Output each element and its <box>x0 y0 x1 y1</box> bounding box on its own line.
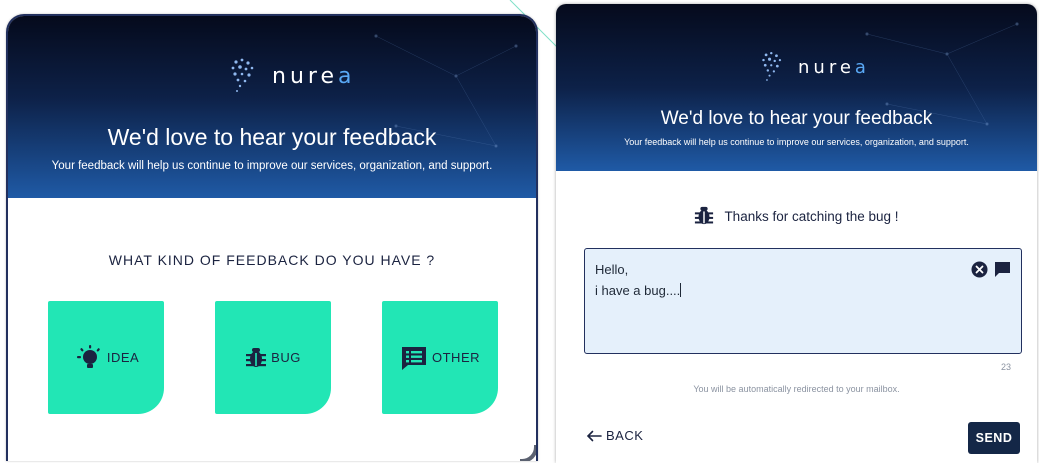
send-button[interactable]: SEND <box>968 422 1020 454</box>
feedback-question: WHAT KIND OF FEEDBACK DO YOU HAVE ? <box>108 252 436 268</box>
idea-option-button[interactable]: IDEA <box>48 301 164 414</box>
textarea-actions <box>971 261 1011 278</box>
bug-report-screen: nurea We'd love to hear your feedback Yo… <box>556 4 1037 463</box>
brain-dots-icon <box>762 51 782 81</box>
bug-option-label: BUG <box>271 350 301 365</box>
nurea-logo: nurea <box>222 54 355 98</box>
bug-icon <box>695 206 714 225</box>
idea-option-label: IDEA <box>106 350 140 365</box>
thanks-heading: Thanks for catching the bug ! <box>556 206 1037 226</box>
message-line-2: i have a bug.... <box>595 283 682 298</box>
other-option-button[interactable]: OTHER <box>382 301 498 414</box>
arrow-left-icon <box>586 430 602 441</box>
hero-title: We'd love to hear your feedback <box>107 124 437 150</box>
bug-icon <box>246 347 267 367</box>
logo-wordmark: nurea <box>272 63 356 89</box>
feedback-type-screen: nurea We'd love to hear your feedback Yo… <box>6 14 538 461</box>
window-corner <box>520 445 536 461</box>
redirect-note: You will be automatically redirected to … <box>693 384 900 394</box>
hero-subtitle: Your feedback will help us continue to i… <box>51 160 493 172</box>
clear-icon[interactable] <box>971 261 988 278</box>
back-button[interactable]: BACK <box>586 428 643 443</box>
lightbulb-icon <box>76 344 100 368</box>
hero-banner: nurea We'd love to hear your feedback Yo… <box>8 16 536 198</box>
hero-title: We'd love to hear your feedback <box>660 108 933 129</box>
back-label: BACK <box>606 428 644 443</box>
brain-dots-icon <box>231 58 254 92</box>
bug-option-button[interactable]: BUG <box>215 301 331 414</box>
logo-wordmark: nurea <box>798 56 870 78</box>
hero-banner: nurea We'd love to hear your feedback Yo… <box>556 4 1037 171</box>
feedback-message-textarea[interactable]: Hello, i have a bug.... <box>584 248 1022 354</box>
message-line-1: Hello, <box>595 262 629 277</box>
comment-icon[interactable] <box>994 261 1011 278</box>
nurea-logo: nurea <box>754 48 870 86</box>
feedback-list-icon <box>402 346 426 370</box>
hero-subtitle: Your feedback will help us continue to i… <box>624 137 969 147</box>
thanks-message: Thanks for catching the bug ! <box>724 208 899 224</box>
character-counter: 23 <box>1000 362 1011 372</box>
other-option-label: OTHER <box>432 350 480 365</box>
